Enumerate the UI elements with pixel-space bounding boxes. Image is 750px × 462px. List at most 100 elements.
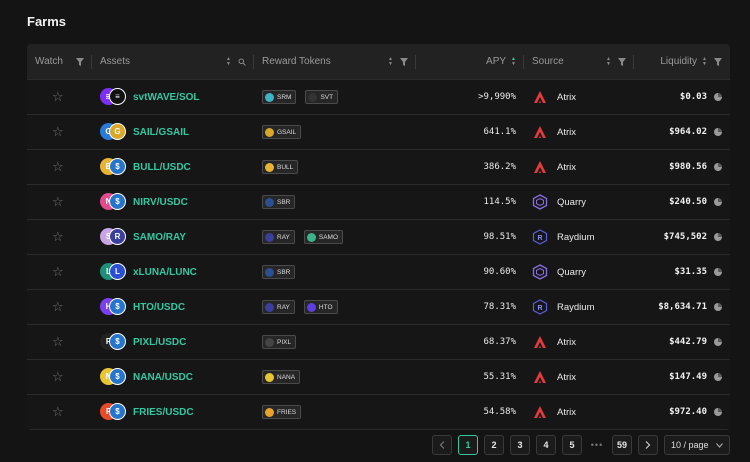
filter-icon[interactable] <box>713 57 722 66</box>
table-row[interactable]: ☆ L L xLUNA/LUNC SBR 90.60% Quarry $31.3… <box>27 255 730 290</box>
pair-name[interactable]: NANA/USDC <box>133 372 193 383</box>
star-icon[interactable]: ☆ <box>52 125 64 138</box>
star-icon[interactable]: ☆ <box>52 90 64 103</box>
pie-chart-icon[interactable] <box>714 303 722 311</box>
pie-chart-icon[interactable] <box>714 233 722 241</box>
liquidity-cell: $240.50 <box>634 185 730 219</box>
table-row[interactable]: ☆ S R SAMO/RAY RAY SAMO 98.51% R Raydium <box>27 220 730 255</box>
column-apy[interactable]: APY ▲ ▼ <box>416 44 524 79</box>
sort-icon[interactable]: ▲ ▼ <box>702 56 707 67</box>
watch-cell: ☆ <box>27 395 92 429</box>
table-row[interactable]: ☆ ≋ ≡ svtWAVE/SOL SRM SVT >9,990% Atrix <box>27 80 730 115</box>
assets-cell: N $ NANA/USDC <box>92 360 254 394</box>
star-icon[interactable]: ☆ <box>52 160 64 173</box>
chevron-right-icon <box>645 441 651 449</box>
page-buttons: 12345 <box>458 435 582 455</box>
reward-tokens-cell: SRM SVT <box>254 80 416 114</box>
sort-icon[interactable]: ▲ ▼ <box>511 56 516 67</box>
pair-logos: F $ <box>100 403 126 421</box>
assets-cell: H $ HTO/USDC <box>92 290 254 324</box>
token-icon <box>265 372 274 382</box>
pair-name[interactable]: xLUNA/LUNC <box>133 267 197 278</box>
asset-pair[interactable]: ≋ ≡ svtWAVE/SOL <box>100 88 200 106</box>
table-row[interactable]: ☆ H $ HTO/USDC RAY HTO 78.31% R Raydium <box>27 290 730 325</box>
liquidity-value: $980.56 <box>669 162 707 172</box>
sort-icon[interactable]: ▲ ▼ <box>226 56 231 67</box>
asset-pair[interactable]: H $ HTO/USDC <box>100 298 185 316</box>
source-name: Atrix <box>557 406 576 418</box>
pie-chart-icon[interactable] <box>714 268 722 276</box>
asset-pair[interactable]: L L xLUNA/LUNC <box>100 263 197 281</box>
pie-chart-icon[interactable] <box>714 163 722 171</box>
asset-pair[interactable]: N $ NANA/USDC <box>100 368 193 386</box>
star-icon[interactable]: ☆ <box>52 370 64 383</box>
pair-name[interactable]: SAIL/GSAIL <box>133 127 189 138</box>
page-button-3[interactable]: 3 <box>510 435 530 455</box>
liquidity-value: $31.35 <box>674 267 707 277</box>
star-icon[interactable]: ☆ <box>52 335 64 348</box>
atrix-icon <box>532 334 548 350</box>
page-size-value: 10 / page <box>671 440 709 450</box>
pie-chart-icon[interactable] <box>714 338 722 346</box>
svg-text:R: R <box>537 305 542 312</box>
pair-name[interactable]: SAMO/RAY <box>133 232 186 243</box>
asset-pair[interactable]: F $ FRIES/USDC <box>100 403 194 421</box>
sort-icon[interactable]: ▲ ▼ <box>606 56 611 67</box>
asset-pair[interactable]: G G SAIL/GSAIL <box>100 123 189 141</box>
page-size-select[interactable]: 10 / page <box>664 435 730 455</box>
raydium-icon: R <box>532 299 548 315</box>
liquidity-value: $745,502 <box>663 232 707 242</box>
table-row[interactable]: ☆ F $ FRIES/USDC FRIES 54.58% Atrix $972… <box>27 395 730 430</box>
pie-chart-icon[interactable] <box>714 373 722 381</box>
token-logo-icon: G <box>109 123 126 140</box>
star-icon[interactable]: ☆ <box>52 300 64 313</box>
filter-icon[interactable] <box>399 57 408 66</box>
prev-page-button[interactable] <box>432 435 452 455</box>
search-icon[interactable] <box>237 57 246 66</box>
liquidity-cell: $147.49 <box>634 360 730 394</box>
table-row[interactable]: ☆ G G SAIL/GSAIL GSAIL 641.1% Atrix $964… <box>27 115 730 150</box>
pair-name[interactable]: FRIES/USDC <box>133 407 194 418</box>
pair-name[interactable]: HTO/USDC <box>133 302 185 313</box>
pie-chart-icon[interactable] <box>714 198 722 206</box>
pair-name[interactable]: PIXL/USDC <box>133 337 186 348</box>
filter-icon[interactable] <box>617 57 626 66</box>
asset-pair[interactable]: P $ PIXL/USDC <box>100 333 186 351</box>
page-button-5[interactable]: 5 <box>562 435 582 455</box>
page-button-1[interactable]: 1 <box>458 435 478 455</box>
asset-pair[interactable]: N $ NIRV/USDC <box>100 193 188 211</box>
star-icon[interactable]: ☆ <box>52 195 64 208</box>
next-page-button[interactable] <box>638 435 658 455</box>
table-row[interactable]: ☆ N $ NANA/USDC NANA 55.31% Atrix $147.4… <box>27 360 730 395</box>
pie-chart-icon[interactable] <box>714 93 722 101</box>
star-icon[interactable]: ☆ <box>52 265 64 278</box>
star-icon[interactable]: ☆ <box>52 405 64 418</box>
table-row[interactable]: ☆ N $ NIRV/USDC SBR 114.5% Quarry $240.5… <box>27 185 730 220</box>
pagination-ellipsis[interactable]: ••• <box>588 440 606 450</box>
pair-name[interactable]: svtWAVE/SOL <box>133 92 200 103</box>
pie-chart-icon[interactable] <box>714 128 722 136</box>
pair-name[interactable]: NIRV/USDC <box>133 197 188 208</box>
star-icon[interactable]: ☆ <box>52 230 64 243</box>
token-logo-icon: L <box>109 263 126 280</box>
page-button-last[interactable]: 59 <box>612 435 632 455</box>
pie-chart-icon[interactable] <box>714 408 722 416</box>
source-cell: Atrix <box>524 115 634 149</box>
liquidity-cell: $964.02 <box>634 115 730 149</box>
pair-name[interactable]: BULL/USDC <box>133 162 191 173</box>
token-icon <box>265 267 274 277</box>
page-button-2[interactable]: 2 <box>484 435 504 455</box>
asset-pair[interactable]: B $ BULL/USDC <box>100 158 191 176</box>
table-row[interactable]: ☆ B $ BULL/USDC BULL 386.2% Atrix $980.5… <box>27 150 730 185</box>
page-button-4[interactable]: 4 <box>536 435 556 455</box>
table-row[interactable]: ☆ P $ PIXL/USDC PIXL 68.37% Atrix $442.7… <box>27 325 730 360</box>
watch-cell: ☆ <box>27 150 92 184</box>
reward-tokens-cell: SBR <box>254 255 416 289</box>
asset-pair[interactable]: S R SAMO/RAY <box>100 228 186 246</box>
source-name: Quarry <box>557 196 587 208</box>
filter-icon[interactable] <box>75 57 84 66</box>
liquidity-cell: $8,634.71 <box>634 290 730 324</box>
sort-icon[interactable]: ▲ ▼ <box>388 56 393 67</box>
reward-token-tag: GSAIL <box>262 125 302 139</box>
column-liquidity: Liquidity ▲ ▼ <box>634 44 730 79</box>
